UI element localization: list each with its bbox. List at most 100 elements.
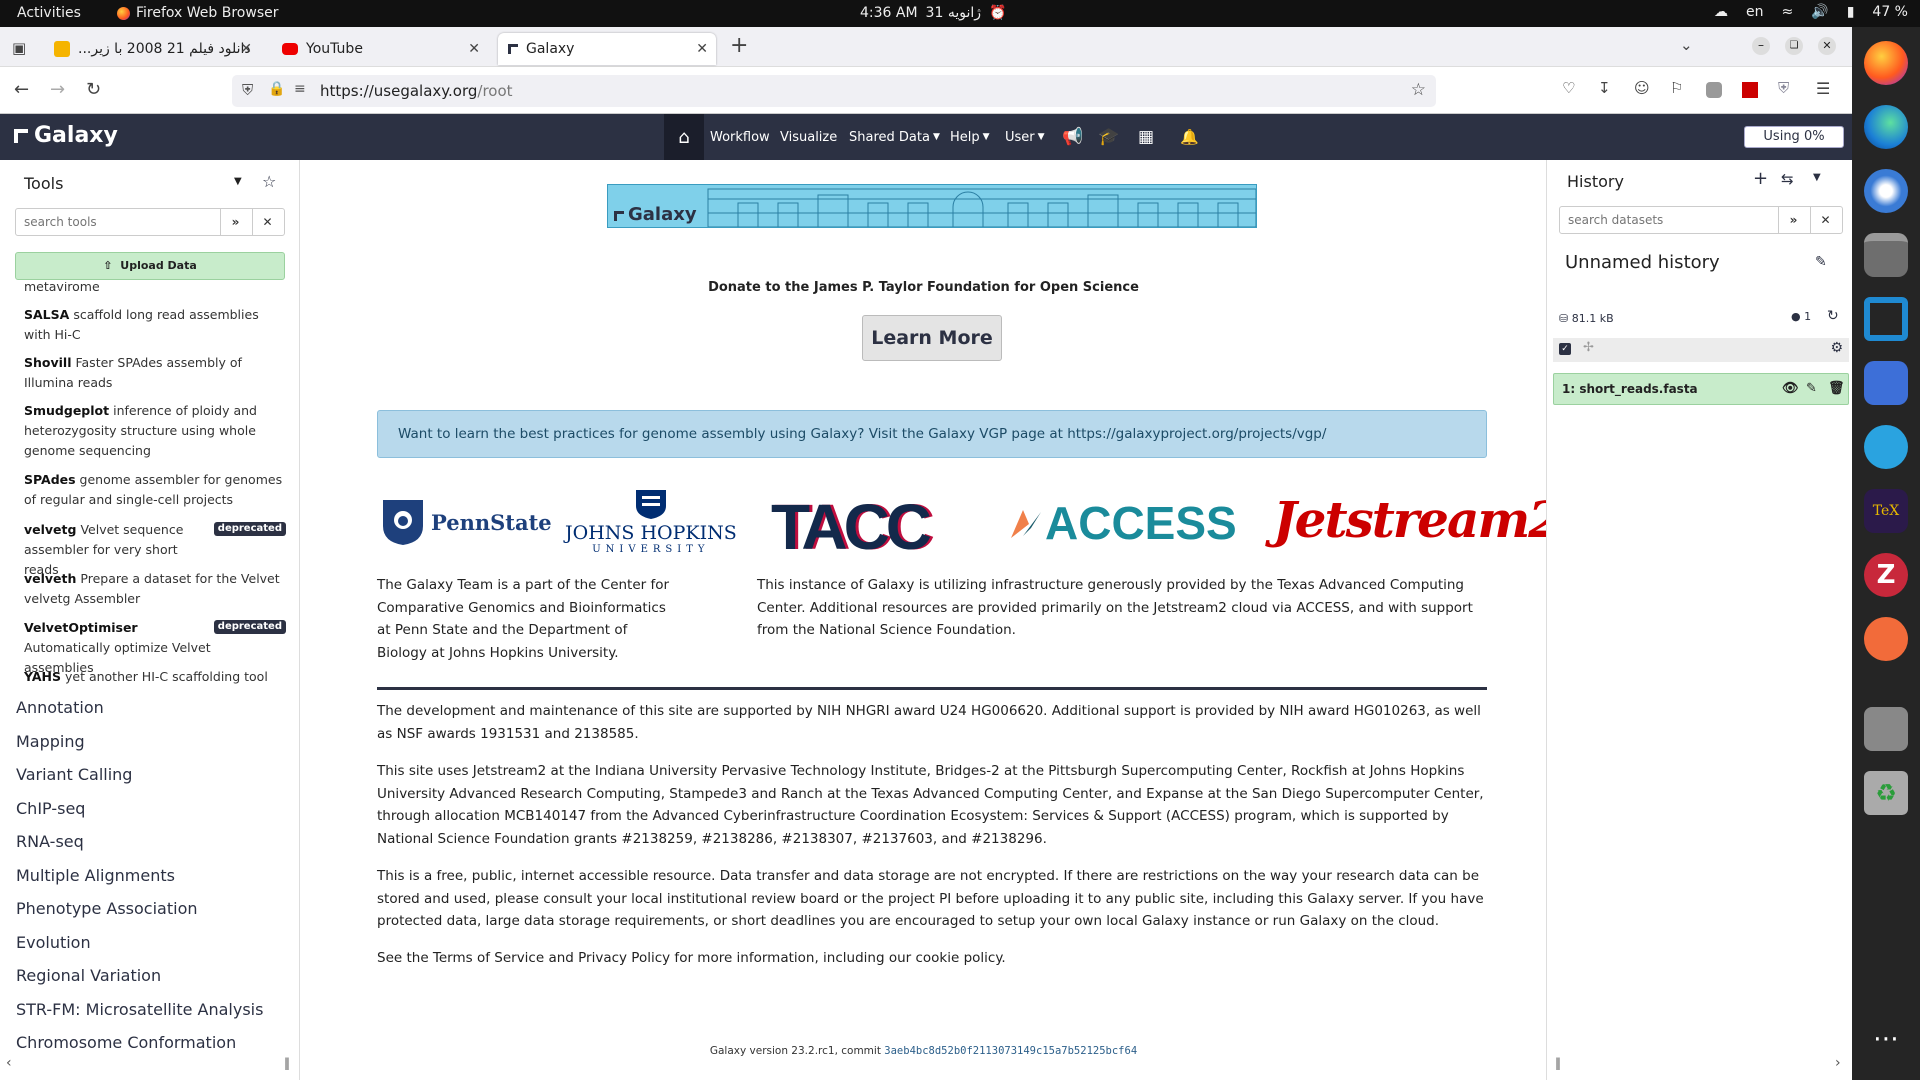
collapse-icon[interactable]: ✢: [1583, 340, 1594, 355]
favorites-star-icon[interactable]: ☆: [262, 172, 276, 191]
nav-shared-data[interactable]: Shared Data ▼: [849, 114, 940, 160]
tab-overview-icon[interactable]: ▣: [12, 39, 26, 57]
learn-more-button[interactable]: Learn More: [862, 315, 1002, 361]
section-str-fm[interactable]: STR-FM: Microsatellite Analysis: [16, 1000, 263, 1019]
account-icon[interactable]: ☺: [1634, 79, 1650, 97]
show-apps-icon[interactable]: ⋯: [1864, 1017, 1908, 1061]
nav-help[interactable]: Help ▼: [950, 114, 990, 160]
close-icon[interactable]: ✕: [240, 41, 252, 57]
clock[interactable]: 4:36 AM 31 ژانویه ⏰: [860, 5, 1006, 21]
history-size[interactable]: ⛁ 81.1 kB: [1559, 312, 1614, 325]
permissions-icon[interactable]: ≡: [294, 81, 306, 97]
advanced-search-icon[interactable]: »: [1778, 207, 1808, 233]
commit-link[interactable]: 3aeb4bc8d52b0f2113073149c15a7b52125bcf64: [884, 1045, 1137, 1057]
terms-text[interactable]: See the Terms of Service and Privacy Pol…: [377, 947, 1487, 970]
pocket-icon[interactable]: ♡: [1562, 79, 1575, 97]
bookmark-star-icon[interactable]: ☆: [1411, 80, 1426, 100]
edit-pencil-icon[interactable]: ✎: [1815, 254, 1827, 270]
create-history-icon[interactable]: +: [1753, 168, 1768, 189]
system-tray[interactable]: ☁ en ≈ 🔊 ▮ 47 %: [1714, 4, 1908, 20]
galaxy-brand[interactable]: Galaxy: [14, 123, 118, 148]
disk-icon[interactable]: [1864, 707, 1908, 751]
announcements-icon[interactable]: 📢: [1062, 114, 1083, 160]
tool-item[interactable]: Shovill Faster SPAdes assembly of Illumi…: [24, 353, 286, 393]
clear-search-icon[interactable]: ✕: [252, 209, 282, 235]
section-phenotype-association[interactable]: Phenotype Association: [16, 899, 198, 918]
clear-search-icon[interactable]: ✕: [1810, 207, 1840, 233]
tacc-logo[interactable]: TACC: [771, 490, 932, 564]
apps-grid-icon[interactable]: ▦: [1138, 114, 1154, 160]
advanced-search-icon[interactable]: »: [220, 209, 250, 235]
access-logo[interactable]: ACCESS: [1009, 496, 1237, 550]
tool-item[interactable]: SPAdes genome assembler for genomes of r…: [24, 470, 286, 510]
panel-resize-handle[interactable]: ‖: [284, 1056, 290, 1070]
scroll-left-icon[interactable]: ‹: [6, 1055, 12, 1071]
tool-item[interactable]: SALSA scaffold long read assemblies with…: [24, 305, 286, 345]
extension-gray-icon[interactable]: [1706, 82, 1722, 98]
tool-item[interactable]: YAHS yet another HI-C scaffolding tool: [24, 667, 286, 687]
nav-user[interactable]: User ▼: [1005, 114, 1045, 160]
tool-item[interactable]: Smudgeplot inference of ploidy and heter…: [24, 401, 286, 461]
extensions-icon[interactable]: ⚐: [1670, 79, 1683, 97]
dataset-search-input[interactable]: [1560, 207, 1778, 233]
refresh-icon[interactable]: ↻: [1827, 308, 1839, 324]
history-options-icon[interactable]: ▼: [1813, 172, 1821, 183]
section-rna-seq[interactable]: RNA-seq: [16, 832, 84, 851]
tex-icon[interactable]: TeX: [1864, 489, 1908, 533]
storage-usage[interactable]: Using 0%: [1744, 126, 1844, 148]
pennstate-logo[interactable]: PennState: [381, 498, 552, 546]
menu-icon[interactable]: ☰: [1816, 79, 1830, 98]
dataset-item[interactable]: 1: short_reads.fasta 👁 ✎ 🗑: [1553, 373, 1849, 405]
close-window-icon[interactable]: ✕: [1818, 37, 1836, 55]
section-regional-variation[interactable]: Regional Variation: [16, 966, 161, 985]
tab-youtube[interactable]: YouTube ✕: [272, 33, 488, 65]
section-variant-calling[interactable]: Variant Calling: [16, 765, 132, 784]
tool-search[interactable]: » ✕: [15, 208, 285, 236]
thunderbird-icon[interactable]: [1864, 169, 1908, 213]
section-chip-seq[interactable]: ChIP-seq: [16, 799, 85, 818]
edge-icon[interactable]: [1864, 105, 1908, 149]
minimize-icon[interactable]: –: [1752, 37, 1770, 55]
switch-history-icon[interactable]: ⇆: [1781, 170, 1794, 188]
url-text[interactable]: https://usegalaxy.org/root: [320, 82, 513, 100]
zotero-icon[interactable]: Z: [1864, 553, 1908, 597]
firefox-icon[interactable]: [1864, 41, 1908, 85]
dataset-search[interactable]: » ✕: [1559, 206, 1843, 234]
section-evolution[interactable]: Evolution: [16, 933, 91, 952]
forward-icon[interactable]: →: [50, 79, 65, 100]
language-indicator[interactable]: en: [1746, 4, 1764, 20]
telegram-icon[interactable]: [1864, 425, 1908, 469]
activities-button[interactable]: Activities: [17, 5, 81, 21]
trash-icon[interactable]: ♻: [1864, 771, 1908, 815]
files-icon[interactable]: [1864, 233, 1908, 277]
dataset-count[interactable]: ● 1: [1791, 310, 1811, 323]
nav-visualize[interactable]: Visualize: [780, 114, 837, 160]
back-icon[interactable]: ←: [14, 79, 29, 100]
select-all-checkbox-icon[interactable]: ✓: [1559, 343, 1571, 355]
close-icon[interactable]: ✕: [468, 41, 480, 57]
settings-gear-icon[interactable]: ⚙: [1830, 340, 1843, 356]
restore-icon[interactable]: ❏: [1785, 37, 1803, 55]
extension-shield-icon[interactable]: ⛨: [1778, 79, 1789, 97]
tutorials-icon[interactable]: 🎓: [1098, 114, 1119, 160]
edit-pencil-icon[interactable]: ✎: [1806, 374, 1817, 404]
app-menu[interactable]: Firefox Web Browser: [117, 5, 279, 21]
tool-item[interactable]: velveth Prepare a dataset for the Velvet…: [24, 569, 286, 609]
jetstream2-logo[interactable]: Jetstream2: [1273, 490, 1563, 549]
tab-list-icon[interactable]: ⌄: [1680, 36, 1693, 54]
shield-icon[interactable]: ⛨: [242, 81, 253, 99]
url-bar[interactable]: ⛨ 🔒 ≡ https://usegalaxy.org/root ☆: [232, 75, 1436, 107]
section-annotation[interactable]: Annotation: [16, 698, 104, 717]
tool-search-input[interactable]: [16, 209, 221, 235]
lock-icon[interactable]: 🔒: [268, 81, 285, 97]
downloads-icon[interactable]: ↧: [1598, 79, 1611, 97]
delete-trash-icon[interactable]: 🗑: [1828, 374, 1845, 404]
tool-item-truncated[interactable]: metavirome: [24, 282, 286, 292]
jhu-logo[interactable]: JOHNS HOPKINS UNIVERSITY: [565, 488, 737, 555]
panel-resize-handle[interactable]: ‖: [1555, 1056, 1561, 1070]
reload-icon[interactable]: ↻: [86, 79, 101, 100]
new-tab-icon[interactable]: +: [730, 33, 748, 58]
vscode-icon[interactable]: [1864, 297, 1908, 341]
section-chromosome-conformation[interactable]: Chromosome Conformation: [16, 1033, 236, 1052]
home-button[interactable]: ⌂: [664, 114, 704, 160]
